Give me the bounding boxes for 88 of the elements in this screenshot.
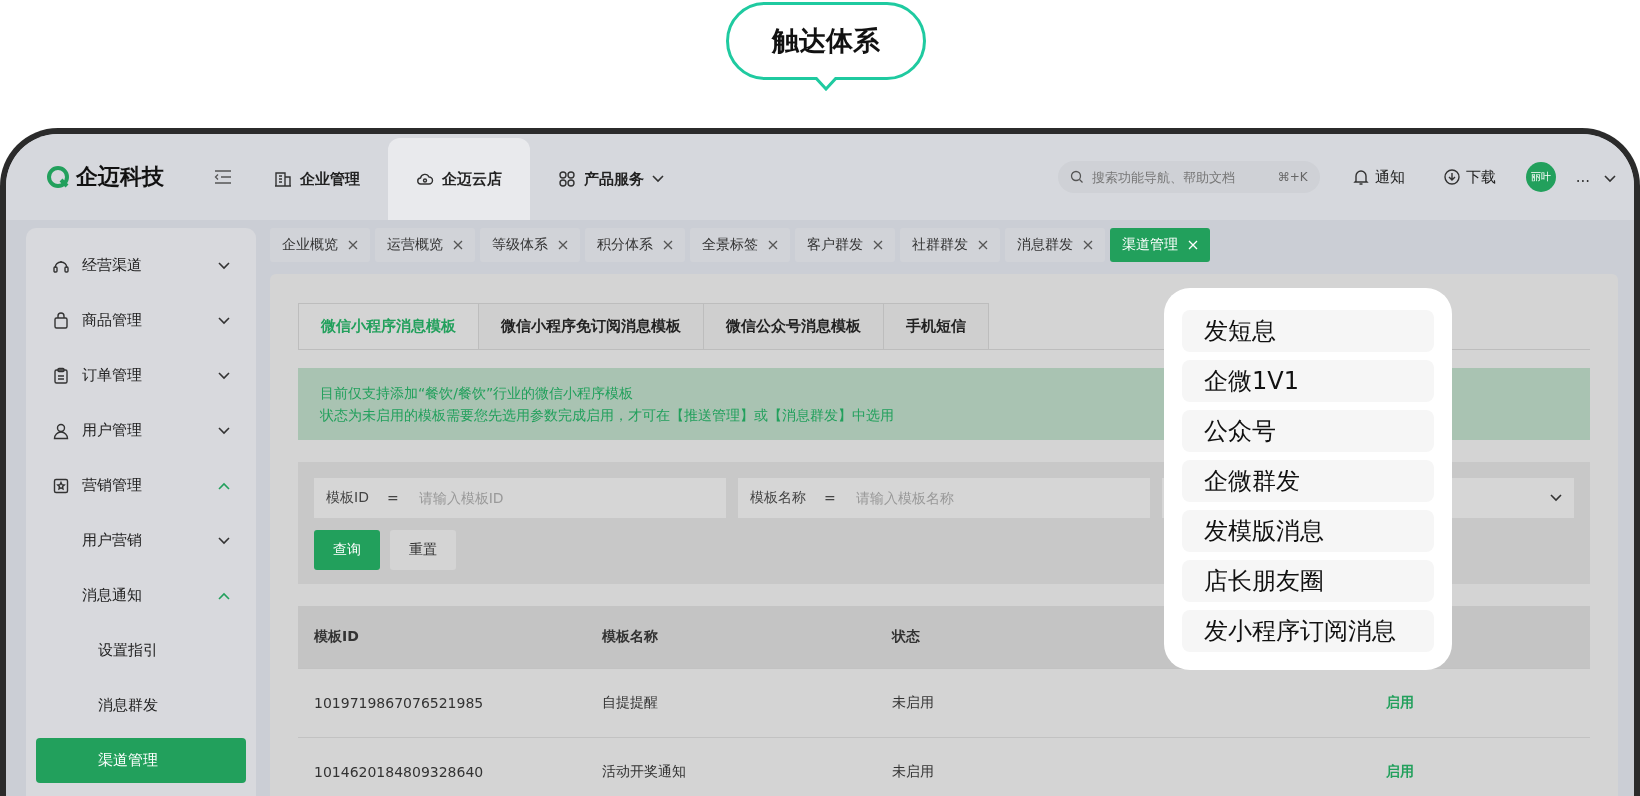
filter-field[interactable]: 模板名称 = 请输入模板名称 xyxy=(738,478,1150,518)
popup-menu-item[interactable]: 店长朋友圈 xyxy=(1182,560,1434,602)
grid-icon xyxy=(558,170,576,188)
page-tab[interactable]: 等级体系 xyxy=(480,228,580,262)
popup-menu-item[interactable]: 企微群发 xyxy=(1182,460,1434,502)
chevron-down-icon xyxy=(218,261,230,270)
template-tab[interactable]: 微信小程序免订阅消息模板 xyxy=(478,303,704,349)
speech-bubble: 触达体系 xyxy=(726,2,926,80)
chevron-up-icon xyxy=(218,591,230,600)
close-icon[interactable] xyxy=(558,240,568,250)
notice-text: 目前仅支持添加“餐饮/餐饮”行业的微信小程序模板 xyxy=(320,384,635,403)
header-action[interactable]: 下载 xyxy=(1436,166,1502,188)
table-cell-text: 自提提醒 xyxy=(602,694,659,712)
chevron-down-icon xyxy=(218,426,230,435)
sidebar-item[interactable]: 消息群发 xyxy=(36,678,246,733)
table-cell-text: 未启用 xyxy=(892,763,935,781)
column-header: 模板名称 xyxy=(602,628,659,646)
search-icon xyxy=(1069,170,1084,184)
page-tab[interactable]: 社群群发 xyxy=(900,228,1000,262)
template-tab[interactable]: 微信公众号消息模板 xyxy=(703,303,884,349)
table-cell-text: 1019719867076521985 xyxy=(314,695,485,711)
table-cell-text: 1014620184809328640 xyxy=(314,764,485,780)
chevron-down-icon xyxy=(1550,494,1562,502)
close-icon[interactable] xyxy=(348,240,358,250)
filter-field[interactable]: 模板ID = 请输入模板ID xyxy=(314,478,726,518)
header-action[interactable]: 通知 xyxy=(1345,166,1411,188)
table-cell-text: 活动开奖通知 xyxy=(602,763,687,781)
popup-menu-item[interactable]: 发模版消息 xyxy=(1182,510,1434,552)
reset-button[interactable]: 重置 xyxy=(390,530,456,570)
logo-text: 企迈科技 xyxy=(76,163,164,191)
more-menu[interactable]: ... xyxy=(1575,168,1590,186)
popup-menu-item[interactable]: 发短息 xyxy=(1182,310,1434,352)
field-label: 模板ID xyxy=(326,489,369,507)
template-tab[interactable]: 手机短信 xyxy=(883,303,989,349)
column-header: 模板ID xyxy=(314,628,360,646)
table-cell-text: 未启用 xyxy=(892,694,935,712)
shopping-bag-icon xyxy=(52,311,70,330)
popup-menu-item[interactable]: 企微1V1 xyxy=(1182,360,1434,402)
chevron-down-icon xyxy=(652,175,664,183)
sidebar-item[interactable]: 消息通知 xyxy=(36,568,246,623)
building-icon xyxy=(274,170,292,188)
close-icon[interactable] xyxy=(663,240,673,250)
chevron-down-icon xyxy=(218,536,230,545)
logo-icon xyxy=(46,165,70,189)
chevron-down-icon xyxy=(218,371,230,380)
nav-tab[interactable]: 产品服务 xyxy=(530,138,692,220)
user-icon xyxy=(52,421,70,440)
nav-tab[interactable]: 企迈云店 xyxy=(388,138,530,220)
clipboard-icon xyxy=(52,366,70,385)
text-input[interactable]: 请输入模板ID xyxy=(416,489,714,507)
close-icon[interactable] xyxy=(978,240,988,250)
close-icon[interactable] xyxy=(453,240,463,250)
popup-menu-item[interactable]: 公众号 xyxy=(1182,410,1434,452)
search-input[interactable]: 搜索功能导航、帮助文档 xyxy=(1089,168,1272,186)
download-icon xyxy=(1442,168,1461,186)
notice-text: 状态为未启用的模板需要您先选用参数完成启用，才可在【推送管理】或【消息群发】中选用 xyxy=(320,406,895,425)
operator-text: = xyxy=(386,490,399,506)
chevron-down-icon xyxy=(218,316,230,325)
operator-text: = xyxy=(824,490,836,506)
bell-icon xyxy=(1351,168,1370,186)
page-tab[interactable]: 全景标签 xyxy=(690,228,790,262)
shortcut-hint: ⌘+K xyxy=(1277,170,1308,184)
page-tab[interactable]: 运营概览 xyxy=(375,228,475,262)
collapse-menu-icon[interactable] xyxy=(214,170,232,184)
page-tab[interactable]: 企业概览 xyxy=(270,228,370,262)
chevron-up-icon xyxy=(218,481,230,490)
column-header: 状态 xyxy=(892,628,921,646)
sidebar-item[interactable]: 经营渠道 xyxy=(36,238,246,293)
chevron-down-icon xyxy=(1604,174,1616,183)
close-icon[interactable] xyxy=(873,240,883,250)
close-icon[interactable] xyxy=(768,240,778,250)
text-input[interactable]: 请输入模板名称 xyxy=(853,489,1138,507)
sidebar-item[interactable]: 设置指引 xyxy=(36,623,246,678)
search-field[interactable]: 搜索功能导航、帮助文档 ⌘+K xyxy=(1057,161,1320,193)
close-icon[interactable] xyxy=(1083,240,1093,250)
bubble-tail-icon xyxy=(814,77,838,91)
sidebar-item[interactable]: 营销管理 xyxy=(36,458,246,513)
badge-icon xyxy=(52,476,70,495)
sidebar-item[interactable]: 用户管理 xyxy=(36,403,246,458)
field-label: 模板名称 xyxy=(750,489,806,507)
popup-menu-item[interactable]: 发小程序订阅消息 xyxy=(1182,610,1434,652)
page-tab[interactable]: 消息群发 xyxy=(1005,228,1105,262)
page-tab[interactable]: 客户群发 xyxy=(795,228,895,262)
sidebar-item[interactable]: 商品管理 xyxy=(36,293,246,348)
page-tab[interactable]: 积分体系 xyxy=(585,228,685,262)
sidebar-item[interactable]: 订单管理 xyxy=(36,348,246,403)
nav-tab[interactable]: 企业管理 xyxy=(246,138,388,220)
sidebar-item[interactable]: 用户营销 xyxy=(36,513,246,568)
